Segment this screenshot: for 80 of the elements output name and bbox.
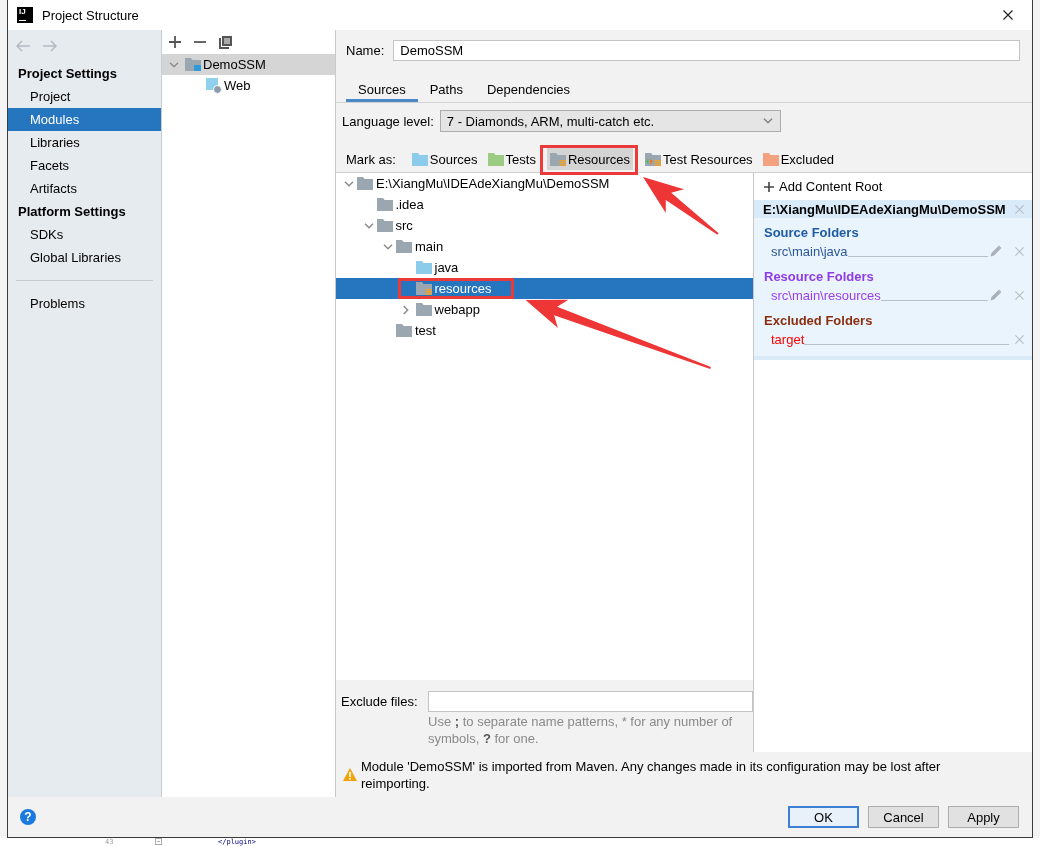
hint-text: Use ; to separate name patterns, * for any number of symbols, ? for one. <box>428 713 734 747</box>
tree-item[interactable]: test <box>336 320 753 341</box>
fold-icon[interactable] <box>155 838 162 845</box>
plus-icon <box>764 181 774 192</box>
help-button[interactable]: ? <box>20 809 36 825</box>
sidebar-item[interactable]: Global Libraries <box>8 246 161 269</box>
exclude-files-field[interactable] <box>428 691 753 712</box>
folder-group-title: Source Folders <box>763 224 859 242</box>
mark-as-button[interactable]: Resources <box>546 148 634 170</box>
plus-icon[interactable] <box>169 36 181 48</box>
tab[interactable]: Sources <box>346 76 418 102</box>
web-icon <box>206 77 222 94</box>
mark-as-button[interactable]: Tests <box>484 148 539 170</box>
folder-icon <box>415 261 432 274</box>
sidebar-item[interactable]: Libraries <box>8 131 161 154</box>
folder-icon <box>762 152 779 166</box>
pencil-icon[interactable] <box>990 289 1002 301</box>
folder-icon <box>411 152 428 166</box>
tree-item[interactable]: .idea <box>336 194 753 215</box>
language-level-dropdown[interactable]: 7 - Diamonds, ARM, multi-catch etc. <box>439 110 781 132</box>
field-label: Language level: <box>342 113 434 129</box>
sidebar-item[interactable]: Project <box>8 85 161 108</box>
section-heading: Platform Settings <box>17 203 127 221</box>
minus-icon[interactable] <box>194 41 206 43</box>
sidebar-item[interactable]: Facets <box>8 154 161 177</box>
dialog-button[interactable]: OK <box>788 806 859 828</box>
sidebar-item[interactable]: Artifacts <box>8 177 161 200</box>
folder-icon <box>376 219 393 232</box>
warning-icon <box>343 768 357 781</box>
chevron-down-icon[interactable] <box>363 222 374 229</box>
content-root-path: E:\XiangMu\IDEAdeXiangMu\DemoSSM <box>763 201 1006 217</box>
copy-icon[interactable] <box>219 35 232 49</box>
tree-item[interactable]: resources <box>336 278 753 299</box>
chevron-right-icon[interactable] <box>402 304 409 315</box>
folder-icon <box>415 303 432 316</box>
mark-as-button[interactable]: Test Resources <box>642 148 756 170</box>
folder-icon <box>357 177 373 190</box>
sidebar-item[interactable]: Modules <box>8 108 161 131</box>
tree-item[interactable]: webapp <box>336 299 753 320</box>
tree-item[interactable]: main <box>336 236 753 257</box>
folder-group-title: Excluded Folders <box>763 312 873 330</box>
chevron-down-icon[interactable] <box>344 180 354 187</box>
window-title: Project Structure <box>42 7 139 23</box>
tree-item[interactable]: DemoSSM <box>162 54 335 75</box>
field-label: Exclude files: <box>341 694 419 709</box>
caret-icon <box>762 118 773 124</box>
folder-with-marks-icon <box>645 152 662 166</box>
close-icon[interactable] <box>1003 10 1013 20</box>
mark-as-button[interactable]: Excluded <box>759 148 838 170</box>
folder-icon <box>376 198 393 211</box>
tab[interactable]: Paths <box>417 76 475 102</box>
mark-as-button[interactable]: Sources <box>408 148 481 170</box>
tab[interactable]: Dependencies <box>474 76 583 102</box>
tree-item[interactable]: Web <box>162 75 335 96</box>
add-content-root-button[interactable]: Add Content Root <box>764 179 883 194</box>
dialog-button[interactable]: Cancel <box>868 806 939 828</box>
folder-with-lines-icon <box>415 282 432 295</box>
folder-group-title: Resource Folders <box>763 268 874 286</box>
sidebar-item[interactable]: SDKs <box>8 223 161 246</box>
section-heading: Project Settings <box>17 65 118 83</box>
folder-icon <box>396 324 412 337</box>
tree-item[interactable]: java <box>336 257 753 278</box>
chevron-down-icon[interactable] <box>383 243 393 250</box>
folder-icon <box>487 152 504 166</box>
folder-path: src\main\java <box>771 243 848 259</box>
sidebar-item[interactable]: Problems <box>8 292 161 315</box>
tree-item[interactable]: E:\XiangMu\IDEAdeXiangMu\DemoSSM <box>336 173 753 194</box>
name-field[interactable]: DemoSSM <box>393 40 1020 61</box>
chevron-down-icon[interactable] <box>169 61 179 68</box>
field-label: Name: <box>346 43 385 58</box>
pencil-icon[interactable] <box>990 245 1002 257</box>
app-logo: IJ <box>17 7 33 23</box>
warning-text: Module 'DemoSSM' is imported from Maven. Any changes made in its configuration may be lost after reimporting. <box>361 757 942 792</box>
folder-path: src\main\resources <box>771 287 881 303</box>
field-label: Mark as: <box>346 151 396 167</box>
tree-item[interactable]: src <box>336 215 753 236</box>
dialog-button[interactable]: Apply <box>948 806 1019 828</box>
folder-with-lines-icon <box>549 152 566 166</box>
folder-path: target <box>771 331 805 347</box>
folder-icon <box>396 240 412 253</box>
